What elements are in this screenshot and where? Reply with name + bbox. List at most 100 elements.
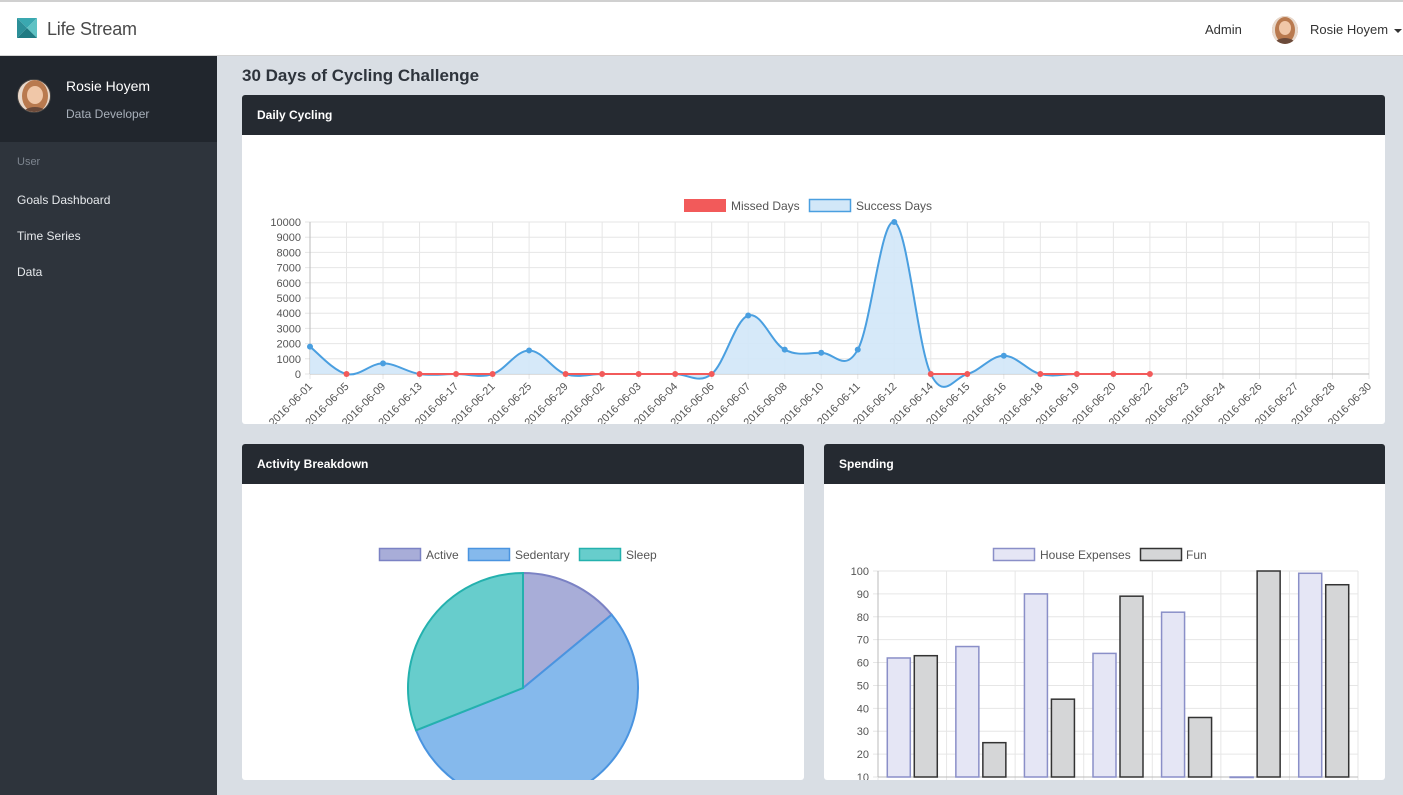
y-tick-label: 10 — [857, 772, 869, 780]
page-title: 30 Days of Cycling Challenge — [242, 66, 480, 85]
profile-avatar — [17, 79, 51, 113]
profile-role: Data Developer — [66, 107, 150, 121]
sidebar-section-label: User — [17, 156, 41, 168]
success-point — [854, 346, 861, 353]
y-tick-label: 2000 — [277, 339, 301, 351]
missed-point — [343, 371, 350, 377]
success-point — [307, 343, 313, 350]
user-menu[interactable]: Rosie Hoyem — [1310, 22, 1403, 37]
y-tick-label: 100 — [851, 566, 869, 578]
bar-fun — [982, 741, 1007, 778]
panel-title: Spending — [824, 444, 1385, 484]
bar-fun — [1324, 583, 1350, 778]
bar-fun — [1050, 698, 1076, 778]
missed-point — [927, 371, 934, 377]
missed-point — [1073, 371, 1080, 377]
y-tick-label: 5000 — [277, 293, 301, 305]
sidebar-item-time-series[interactable]: Time Series — [17, 229, 81, 243]
legend-label: Sedentary — [515, 548, 570, 562]
panel-title: Daily Cycling — [242, 95, 1385, 135]
success-point — [526, 347, 533, 354]
success-area — [310, 221, 1150, 387]
y-tick-label: 9000 — [277, 232, 301, 244]
legend-swatch — [467, 547, 511, 562]
missed-point — [416, 371, 423, 377]
missed-point — [1146, 371, 1153, 377]
bar-fun — [1256, 570, 1281, 778]
missed-point — [453, 371, 460, 377]
y-tick-label: 30 — [857, 726, 869, 738]
avatar-photo-icon — [18, 80, 50, 112]
y-tick-label: 10000 — [270, 217, 301, 229]
legend-label: Active — [426, 548, 459, 562]
y-tick-label: 50 — [857, 680, 869, 692]
spending-panel: Spending House Expenses Fun 10 20 30 40 50 60 70… — [824, 444, 1385, 780]
missed-point — [1110, 371, 1117, 377]
missed-point — [672, 371, 679, 377]
missed-point — [708, 371, 715, 377]
y-tick-label: 8000 — [277, 247, 301, 259]
user-avatar[interactable] — [1272, 16, 1298, 44]
bar-house-expenses — [886, 657, 912, 778]
legend-swatch-missed — [684, 199, 726, 212]
legend-swatch-success — [808, 198, 852, 213]
success-point — [818, 349, 825, 356]
bar-house-expenses — [1023, 593, 1049, 778]
caret-down-icon — [1394, 28, 1403, 33]
missed-point — [599, 371, 606, 377]
legend-label-house: House Expenses — [1040, 548, 1131, 562]
y-tick-label: 6000 — [277, 278, 301, 290]
missed-point — [562, 371, 569, 377]
y-tick-label: 90 — [857, 589, 869, 601]
sidebar: Rosie Hoyem Data Developer User Goals Da… — [0, 56, 217, 795]
bar-house-expenses — [955, 645, 980, 778]
bar-fun — [913, 654, 939, 778]
chart-legend: Active Sedentary Sleep — [378, 547, 657, 562]
y-tick-label: 3000 — [277, 323, 301, 335]
legend-label-missed: Missed Days — [731, 199, 800, 213]
missed-point — [964, 371, 971, 377]
top-navbar: Life Stream Admin Rosie Hoyem — [0, 0, 1403, 56]
daily-cycling-chart: Missed Days Success Days 0 1000 2000 3000 4000… — [267, 198, 1374, 424]
success-point — [781, 346, 788, 353]
chart-legend: Missed Days Success Days — [684, 198, 932, 213]
sidebar-item-data[interactable]: Data — [17, 265, 42, 279]
missed-point — [489, 371, 496, 377]
legend-label-fun: Fun — [1186, 548, 1207, 562]
y-tick-label: 0 — [295, 369, 301, 381]
y-tick-label: 60 — [857, 658, 869, 670]
success-point — [1000, 352, 1007, 359]
y-tick-label: 7000 — [277, 263, 301, 275]
y-tick-label: 4000 — [277, 308, 301, 320]
profile-name: Rosie Hoyem — [66, 78, 151, 94]
y-tick-label: 70 — [857, 635, 869, 647]
user-menu-label: Rosie Hoyem — [1310, 22, 1389, 37]
logo-icon[interactable] — [17, 18, 37, 38]
daily-cycling-panel: Daily Cycling Missed Days Success Days 0 10… — [242, 95, 1385, 424]
y-tick-label: 80 — [857, 612, 869, 624]
sidebar-profile: Rosie Hoyem Data Developer — [0, 56, 217, 142]
activity-pie-chart: Active Sedentary Sleep — [378, 547, 657, 780]
bar-house-expenses — [1297, 572, 1323, 778]
chart-legend: House Expenses Fun — [992, 547, 1207, 562]
spending-bar-chart: House ExpensesFun102030405060708090100Ja… — [851, 547, 1359, 780]
bar-house-expenses — [1160, 611, 1186, 778]
y-tick-label: 40 — [857, 703, 869, 715]
bar-house-expenses — [1092, 652, 1117, 778]
y-tick-label: 1000 — [277, 354, 301, 366]
legend-swatch-fun — [1139, 547, 1183, 562]
legend-label: Sleep — [626, 548, 657, 562]
success-point — [745, 312, 752, 319]
missed-point — [635, 371, 642, 377]
y-tick-label: 20 — [857, 749, 869, 761]
legend-swatch — [378, 547, 422, 562]
avatar-photo-icon — [1272, 16, 1298, 44]
brand-name[interactable]: Life Stream — [47, 19, 137, 40]
legend-swatch — [578, 547, 622, 562]
admin-link[interactable]: Admin — [1205, 22, 1242, 37]
legend-swatch-house — [992, 547, 1036, 562]
panel-title: Activity Breakdown — [242, 444, 804, 484]
sidebar-item-goals-dashboard[interactable]: Goals Dashboard — [17, 193, 110, 207]
bar-fun — [1119, 595, 1144, 778]
success-point — [380, 360, 387, 367]
